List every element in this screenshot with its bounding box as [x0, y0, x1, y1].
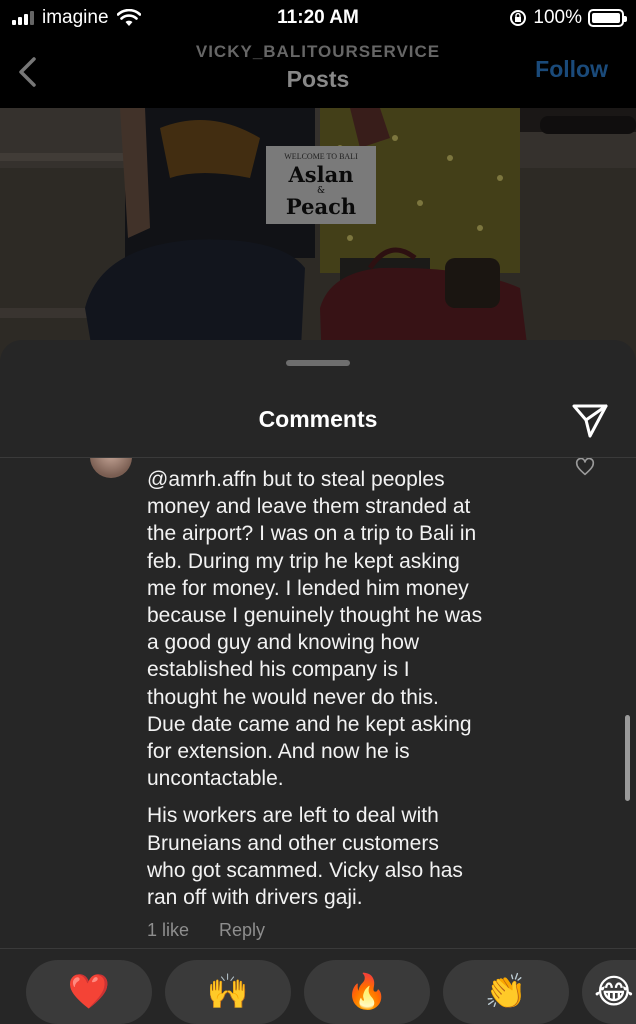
signal-icon [12, 11, 34, 25]
avatar[interactable] [90, 458, 132, 478]
comment-paragraph-2: His workers are left to deal with Brunei… [147, 802, 557, 911]
comments-sheet: Comments @amrh.affn but to steal peoples… [0, 340, 636, 1024]
comment-line: Bruneians and other customers [147, 831, 439, 855]
comments-title: Comments [258, 406, 378, 432]
emoji-heart-button[interactable]: ❤️ [26, 960, 152, 1024]
comment-line: for extension. And now he is [147, 740, 410, 764]
emoji-laughing-button[interactable]: 😂 [582, 960, 636, 1024]
like-count[interactable]: 1 like [147, 920, 189, 941]
heart-icon[interactable] [574, 458, 596, 478]
comment-list[interactable]: @amrh.affn but to steal peoples money an… [0, 458, 636, 948]
emoji-raised-hands-button[interactable]: 🙌 [165, 960, 291, 1024]
emoji-bar-divider [0, 948, 636, 949]
comment-line: because I genuinely thought he was [147, 604, 483, 628]
comment-line: the airport? I was on a trip to Bali in [147, 522, 477, 546]
reply-button[interactable]: Reply [219, 920, 265, 941]
send-icon [572, 404, 608, 438]
comment-line: thought he would never do this. [147, 685, 439, 709]
emoji-clapping-button[interactable]: 👏 [443, 960, 569, 1024]
post-image: WELCOME TO BALI Aslan & Peach [0, 108, 636, 368]
comment-body: @amrh.affn but to steal peoples money an… [147, 466, 557, 921]
comment-line: Due date came and he kept asking [147, 712, 472, 736]
sheet-drag-handle[interactable] [286, 360, 350, 366]
share-button[interactable] [570, 400, 610, 440]
header: VICKY_BALITOURSERVICE Posts Follow [0, 36, 636, 108]
battery-icon [588, 9, 627, 27]
comment-meta: 1 like Reply [147, 920, 265, 941]
status-right: 100% [509, 7, 627, 29]
comment-line: money and leave them stranded at [147, 495, 471, 519]
comment-line: @amrh.affn but to steal peoples [147, 468, 445, 491]
comment-line: who got scammed. Vicky also has [147, 858, 463, 882]
comment-line: His workers are left to deal with [147, 804, 439, 828]
follow-button[interactable]: Follow [535, 56, 608, 83]
status-left: imagine [12, 7, 141, 29]
comment-line: feb. During my trip he kept asking [147, 549, 460, 573]
post-photo[interactable]: WELCOME TO BALI Aslan & Peach [0, 108, 636, 368]
emoji-fire-button[interactable]: 🔥 [304, 960, 430, 1024]
orientation-lock-icon [510, 10, 527, 26]
emoji-reaction-bar: ❤️ 🙌 🔥 👏 😂 [0, 954, 636, 1024]
scroll-indicator[interactable] [625, 715, 630, 801]
wifi-icon [116, 9, 141, 26]
comment-line: uncontactable. [147, 767, 284, 791]
comment-line: ran off with drivers gaji. [147, 886, 363, 910]
comment-line: me for money. I lended him money [147, 576, 469, 600]
status-bar: imagine 11:20 AM 100% [0, 0, 636, 36]
carrier-name: imagine [42, 7, 109, 28]
comment-line: a good guy and knowing how [147, 631, 420, 655]
comment-line: established his company is I [147, 658, 410, 682]
comment-paragraph-1: @amrh.affn but to steal peoples money an… [147, 466, 557, 792]
battery-percent: 100% [533, 7, 582, 28]
